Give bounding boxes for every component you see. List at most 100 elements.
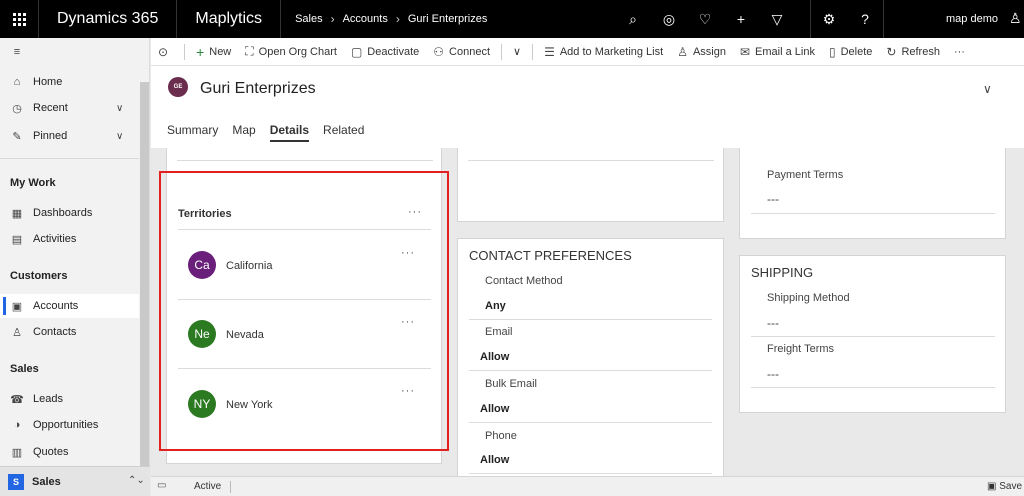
dashboard-icon: ▦ [11,207,23,220]
assign-button[interactable]: ♙ Assign [670,38,733,66]
connect-label: Connect [449,45,491,58]
chevron-right-icon: › [395,12,400,26]
chevron-down-icon[interactable]: ∨ [116,103,123,114]
new-button[interactable]: + New [189,38,238,66]
contact-preferences-title: CONTACT PREFERENCES [469,248,632,263]
territory-name: New York [226,399,273,411]
assign-icon: ♙ [677,44,688,59]
refresh-button[interactable]: ↻ Refresh [879,38,947,66]
area-label: Sales [32,475,61,488]
settings-gear-icon[interactable]: ⚙ [811,0,847,38]
assign-label: Assign [692,45,726,58]
deactivate-button[interactable]: ▢ Deactivate [344,38,426,66]
sidebar-item-opportunities[interactable]: ◑ Opportunities [0,413,139,437]
sidebar-item-accounts[interactable]: ▣ Accounts [0,294,139,318]
shipping-title: SHIPPING [751,265,814,280]
tab-details[interactable]: Details [269,123,310,142]
phone-value[interactable]: Allow [480,454,509,466]
quote-icon: ▥ [11,446,23,459]
building-icon: ▣ [11,300,23,313]
sidebar-item-leads[interactable]: ☎ Leads [0,387,139,411]
area-switcher[interactable]: S Sales ⌃⌄ [0,466,150,496]
tab-map[interactable]: Map [232,123,255,142]
more-commands-button[interactable]: ··· [947,38,972,66]
sidebar-item-pinned[interactable]: ✎ Pinned ∨ [0,124,139,148]
bulk-email-value[interactable]: Allow [480,403,509,415]
app-name[interactable]: Maplytics [177,0,282,38]
phone-icon: ☎ [10,393,24,406]
pin-icon: ✎ [12,130,22,143]
breadcrumb-accounts[interactable]: Accounts [343,13,388,25]
sidebar-item-activities[interactable]: ▤ Activities [0,227,139,251]
territory-more-icon[interactable]: ··· [401,316,415,328]
sidebar-item-label: Recent [33,102,68,114]
tab-summary[interactable]: Summary [167,123,218,142]
deactivate-label: Deactivate [367,45,420,58]
email-a-link-button[interactable]: ✉ Email a Link [733,38,822,66]
sidebar-item-label: Quotes [33,446,69,458]
app-launcher-button[interactable] [0,0,38,38]
save-icon: ▣ [987,481,1000,492]
lightbulb-icon[interactable]: ♡ [687,0,723,38]
add-to-marketing-list-button[interactable]: ☰ Add to Marketing List [537,38,670,66]
top-navigation-bar: Dynamics 365 Maplytics Sales › Accounts … [0,0,1024,38]
delete-button[interactable]: ▯ Delete [822,38,879,66]
tab-related[interactable]: Related [323,123,364,142]
record-header: GE Guri Enterprizes ∨ Summary Map Detail… [151,66,1024,148]
connect-dropdown-button[interactable]: ∨ [506,38,528,66]
breadcrumb-sales[interactable]: Sales [295,13,323,25]
phone-label: Phone [485,430,517,442]
command-bar: ⊙ + New ⛶ Open Org Chart ▢ Deactivate ⚇ … [151,38,1024,66]
sidebar-item-dashboards[interactable]: ▦ Dashboards [0,201,139,225]
open-org-chart-button[interactable]: ⛶ Open Org Chart [238,38,344,66]
email-value[interactable]: Allow [480,351,509,363]
connect-icon: ⚇ [433,44,445,59]
more-icon: ··· [953,45,965,58]
shipping-method-value[interactable]: --- [767,316,779,330]
opportunity-icon: ◑ [13,419,21,431]
help-icon[interactable]: ? [847,0,883,38]
payment-terms-value[interactable]: --- [767,192,779,206]
upper-section-card [457,148,724,222]
breadcrumb-record: Guri Enterprizes [407,13,488,25]
waffle-icon [12,12,26,26]
email-a-link-label: Email a Link [755,45,815,58]
add-icon[interactable]: + [723,0,759,38]
search-icon[interactable]: ⌕ [615,0,651,38]
form-status-icon: ▭ [157,480,167,491]
territory-more-icon[interactable]: ··· [401,385,415,397]
sidebar-item-recent[interactable]: ◷ Recent ∨ [0,96,139,120]
sidebar-item-label: Opportunities [33,419,99,431]
back-button[interactable]: ⊙ [151,38,180,66]
user-profile-icon[interactable]: ♙ [1009,10,1022,27]
sidebar-item-quotes[interactable]: ▥ Quotes [0,440,139,464]
hamburger-menu-icon: ≡ [13,46,21,58]
trash-icon: ▯ [828,44,836,59]
save-label: Save [999,481,1023,492]
contact-method-value[interactable]: Any [485,300,506,312]
list-add-icon: ☰ [544,44,555,59]
deactivate-icon: ▢ [350,44,363,59]
sidebar-item-home[interactable]: ⌂ Home [0,70,139,94]
chevron-down-icon[interactable]: ∨ [116,131,123,142]
sitemap-toggle-button[interactable]: ≡ [0,40,139,64]
connect-button[interactable]: ⚇ Connect [426,38,497,66]
save-button[interactable]: ▣ Save [987,481,1022,492]
user-name[interactable]: map demo [946,13,998,25]
sidebar-item-label: Home [33,76,63,88]
page-title: Guri Enterprizes [200,80,316,97]
filter-icon[interactable]: ▽ [759,0,795,38]
shipping-method-label: Shipping Method [767,292,850,304]
territories-more-icon[interactable]: ··· [408,206,422,218]
new-label: New [209,45,232,58]
contact-method-label: Contact Method [485,275,563,287]
chevron-down-icon[interactable]: ∨ [983,82,992,96]
sidebar-scrollbar[interactable] [140,82,149,496]
sidebar-item-contacts[interactable]: ♙ Contacts [0,320,139,344]
email-icon: ✉ [739,44,751,59]
freight-terms-value[interactable]: --- [767,367,779,381]
sidebar-item-label: Contacts [33,326,77,338]
brand-title[interactable]: Dynamics 365 [38,0,178,38]
task-icon[interactable]: ◎ [651,0,687,38]
territory-more-icon[interactable]: ··· [401,247,415,259]
